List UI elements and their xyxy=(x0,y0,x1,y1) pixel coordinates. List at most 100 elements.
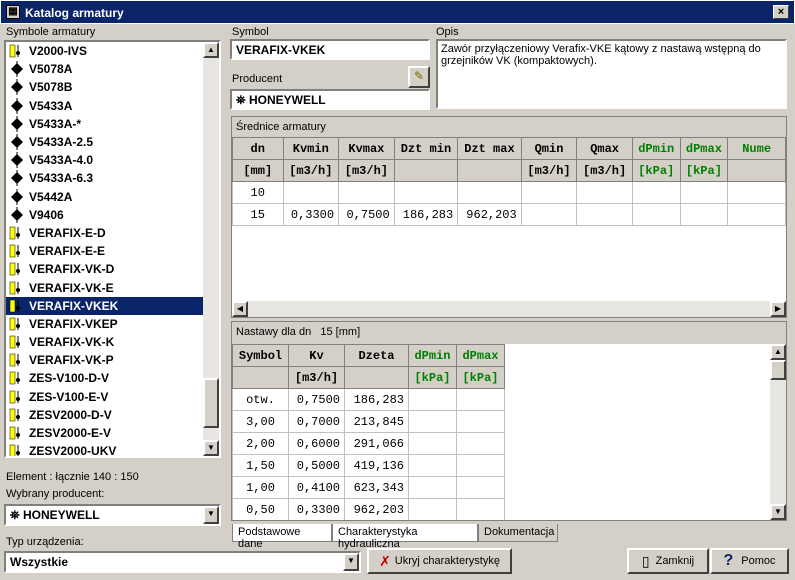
list-item[interactable]: VERAFIX-VK-D xyxy=(6,260,219,278)
chevron-down-icon[interactable]: ▼ xyxy=(343,553,359,571)
table-row[interactable]: 15 0,3300 0,7500 186,283 962,203 xyxy=(232,203,786,226)
list-item[interactable]: ZES-V100-E-V xyxy=(6,388,219,406)
symbol-field[interactable]: VERAFIX-VKEK xyxy=(230,39,430,60)
table-row[interactable]: 3,00 0,7000 213,845 xyxy=(232,410,505,433)
list-scrollbar[interactable]: ▲ ▼ xyxy=(203,42,219,456)
list-item[interactable]: V5433A-2.5 xyxy=(6,133,219,151)
table-cell: dPmax xyxy=(679,137,729,160)
producer-label: Producent xyxy=(232,73,283,85)
table-row[interactable]: 1,00 0,4100 623,343 xyxy=(232,476,505,499)
list-item-label: ZESV2000-UKV xyxy=(29,444,117,458)
diameters-table[interactable]: dn Kvmin Kvmax Dzt min Dzt max Qmin Qmax dPmin d… xyxy=(232,137,786,226)
table-cell: 213,845 xyxy=(344,410,409,433)
scroll-up-button[interactable]: ▲ xyxy=(770,344,786,360)
close-window-button[interactable]: × xyxy=(773,5,789,19)
help-button[interactable]: ? Pomoc xyxy=(710,548,789,574)
table-cell xyxy=(679,203,729,226)
list-item[interactable]: V5433A-6.3 xyxy=(6,169,219,187)
table-cell xyxy=(282,181,340,204)
list-item[interactable]: V5078A xyxy=(6,60,219,78)
table-cell xyxy=(408,388,457,411)
valve-icon xyxy=(9,407,25,423)
table-cell: [m3/h] xyxy=(338,159,395,182)
list-item[interactable]: VERAFIX-VKEP xyxy=(6,315,219,333)
tab-hydraulic[interactable]: Charakterystyka hydrauliczna xyxy=(332,524,478,550)
hide-chart-button[interactable]: ✗ Ukryj charakterystykę xyxy=(367,548,512,574)
symbol-listbox[interactable]: V2000-IVS V5078A V5078B V5433A V5433A-* V5433… xyxy=(4,40,221,458)
table-cell xyxy=(408,410,457,433)
list-item[interactable]: V5442A xyxy=(6,188,219,206)
valve-icon xyxy=(9,188,25,205)
producer-select[interactable]: ⛯ HONEYWELL ▼ xyxy=(4,504,221,526)
table-row[interactable]: [mm] [m3/h] [m3/h] [m3/h] [m3/h] [kPa] [kPa] xyxy=(232,159,786,182)
scroll-down-button[interactable]: ▼ xyxy=(770,504,786,520)
scroll-thumb[interactable] xyxy=(203,378,219,428)
list-item[interactable]: V5433A xyxy=(6,97,219,115)
table-cell xyxy=(456,476,505,499)
type-select[interactable]: Wszystkie ▼ xyxy=(4,551,361,573)
help-label: Pomoc xyxy=(741,555,776,567)
table-row[interactable]: 10 xyxy=(232,181,786,204)
list-item[interactable]: ZESV2000-D-V xyxy=(6,406,219,424)
table-cell: 419,136 xyxy=(344,454,409,477)
opis-field[interactable]: Zawór przyłączeniowy Verafix-VKE kątowy … xyxy=(436,39,787,109)
list-item-label: VERAFIX-VK-P xyxy=(29,353,114,368)
settings-vscroll[interactable]: ▲ ▼ xyxy=(770,344,786,520)
list-item-label: V5433A xyxy=(29,98,73,113)
table-cell xyxy=(344,366,409,389)
list-item[interactable]: V5433A-4.0 xyxy=(6,151,219,169)
list-item[interactable]: ZESV2000-UKV xyxy=(6,442,219,458)
table-cell xyxy=(456,388,505,411)
list-item[interactable]: VERAFIX-E-D xyxy=(6,224,219,242)
producer-field-value: HONEYWELL xyxy=(248,93,326,107)
settings-table[interactable]: Symbol Kv Dzeta dPmin dPmax [m3/h] [kPa] [kPa] o… xyxy=(232,344,505,520)
list-item[interactable]: VERAFIX-VKEK xyxy=(6,296,219,315)
scroll-up-button[interactable]: ▲ xyxy=(203,42,219,58)
diameters-hscroll[interactable]: ◀ ▶ xyxy=(232,301,786,317)
list-item[interactable]: V5433A-* xyxy=(6,115,219,133)
list-item[interactable]: V5078B xyxy=(6,78,219,96)
table-cell xyxy=(456,410,505,433)
valve-icon xyxy=(9,115,25,132)
table-row[interactable]: Symbol Kv Dzeta dPmin dPmax xyxy=(232,344,505,367)
table-cell: Kvmin xyxy=(282,137,340,160)
scroll-down-button[interactable]: ▼ xyxy=(203,440,219,456)
table-cell: [m3/h] xyxy=(576,159,633,182)
list-item[interactable]: VERAFIX-VK-K xyxy=(6,333,219,351)
chevron-down-icon[interactable]: ▼ xyxy=(203,506,219,524)
producer-field[interactable]: ⛯ HONEYWELL xyxy=(230,89,430,110)
table-cell xyxy=(456,498,505,520)
table-row[interactable]: otw. 0,7500 186,283 xyxy=(232,388,505,411)
table-cell xyxy=(576,203,633,226)
table-row[interactable]: dn Kvmin Kvmax Dzt min Dzt max Qmin Qmax dPmin d… xyxy=(232,137,786,160)
list-item-label: V5433A-4.0 xyxy=(29,153,94,168)
close-button[interactable]: ▯ Zamknij xyxy=(627,548,709,574)
list-item-label: V9406 xyxy=(29,207,64,222)
list-item[interactable]: VERAFIX-E-E xyxy=(6,242,219,260)
tab-basic[interactable]: Podstawowe dane xyxy=(232,524,332,550)
list-item[interactable]: V2000-IVS xyxy=(6,42,219,60)
list-item[interactable]: VERAFIX-VK-P xyxy=(6,351,219,369)
list-item-label: V5433A-2.5 xyxy=(29,135,94,150)
scroll-left-button[interactable]: ◀ xyxy=(232,301,248,317)
table-cell: dPmin xyxy=(631,137,681,160)
table-row[interactable]: 1,50 0,5000 419,136 xyxy=(232,454,505,477)
table-cell xyxy=(393,181,459,204)
table-cell: 291,066 xyxy=(344,432,409,455)
list-item[interactable]: ZES-V100-D-V xyxy=(6,369,219,387)
list-item[interactable]: VERAFIX-VK-E xyxy=(6,278,219,296)
list-item[interactable]: ZESV2000-E-V xyxy=(6,424,219,442)
opis-label: Opis xyxy=(436,26,459,38)
scroll-thumb[interactable] xyxy=(770,360,786,380)
table-cell: dPmax xyxy=(456,344,505,367)
table-cell xyxy=(727,203,786,226)
table-row[interactable]: [m3/h] [kPa] [kPa] xyxy=(232,366,505,389)
table-row[interactable]: 2,00 0,6000 291,066 xyxy=(232,432,505,455)
list-item[interactable]: V9406 xyxy=(6,206,219,224)
table-row[interactable]: 0,50 0,3300 962,203 xyxy=(232,498,505,520)
valve-icon xyxy=(9,79,25,96)
edit-producer-icon[interactable]: ✎ xyxy=(408,66,430,88)
table-cell xyxy=(631,203,681,226)
tab-docs[interactable]: Dokumentacja xyxy=(478,524,558,542)
scroll-right-button[interactable]: ▶ xyxy=(770,301,786,317)
